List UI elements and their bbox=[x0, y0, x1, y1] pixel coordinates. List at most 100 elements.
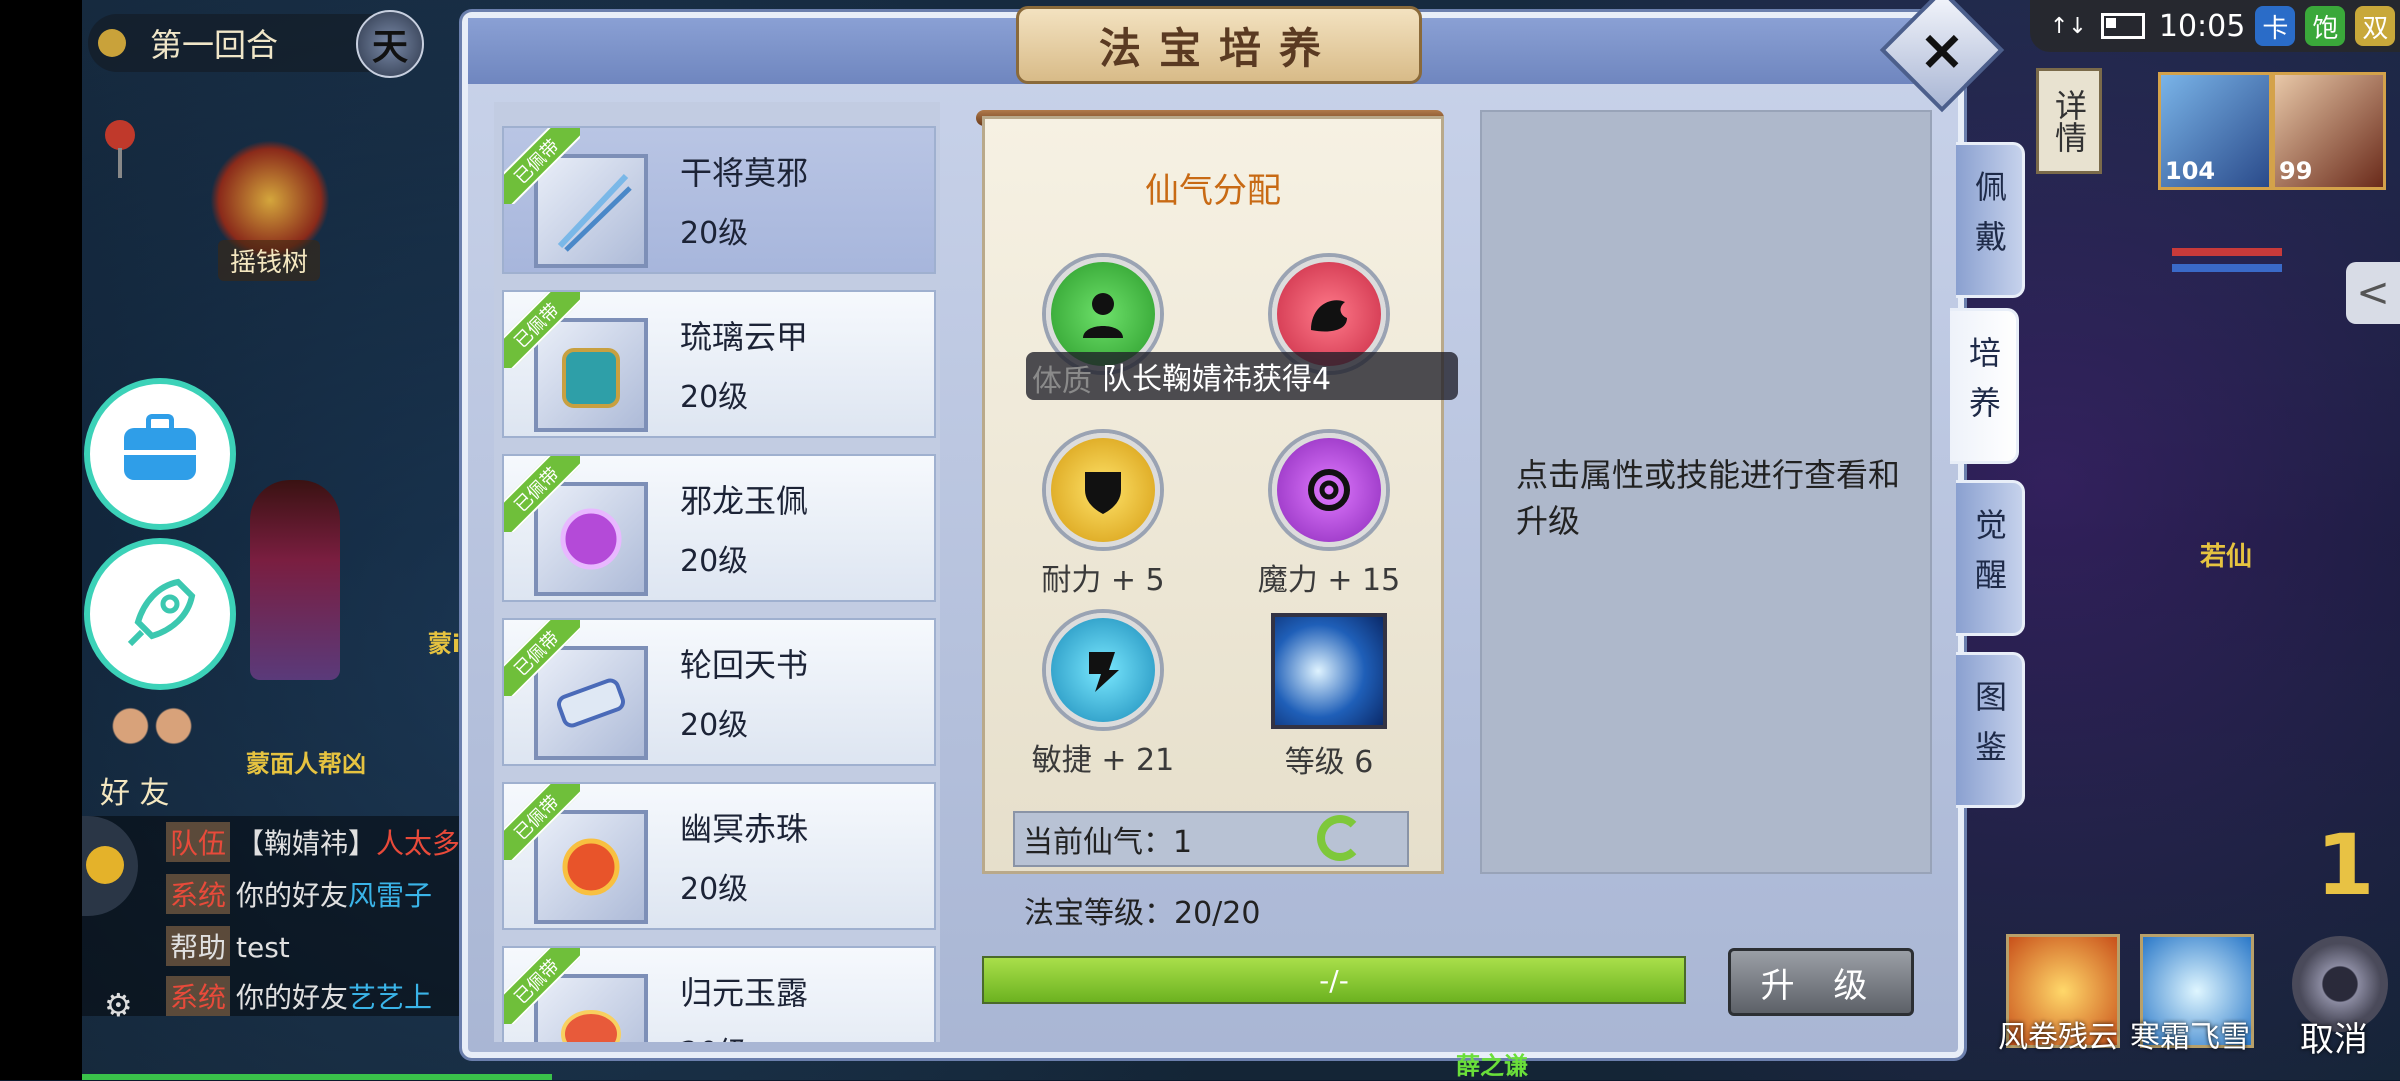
item-name: 归元玉露 bbox=[680, 974, 809, 1012]
player-character[interactable] bbox=[250, 480, 340, 680]
chat-line: 帮助 test bbox=[166, 926, 290, 966]
player-level: 99 bbox=[2279, 157, 2313, 185]
equipped-badge: 已佩带 bbox=[504, 128, 580, 204]
current-qi-text: 当前仙气：1 bbox=[1023, 825, 1193, 860]
close-icon: × bbox=[1918, 17, 1966, 83]
tab-collection[interactable]: 图鉴 bbox=[1956, 652, 2025, 808]
speed-icon bbox=[1046, 613, 1160, 727]
mp-bar bbox=[2172, 264, 2282, 272]
fabao-item[interactable]: 已佩带 琉璃云甲 20级 bbox=[502, 290, 936, 438]
qi-panel-title: 仙气分配 bbox=[1145, 171, 1281, 211]
pet-portrait[interactable]: 104 bbox=[2158, 72, 2272, 190]
equipped-badge: 已佩带 bbox=[504, 948, 580, 1024]
details-button[interactable]: 详情 bbox=[2036, 68, 2102, 174]
attr-magic[interactable]: 魔力 + 15 bbox=[1229, 433, 1429, 599]
friend-label[interactable]: 好 友 bbox=[100, 768, 170, 812]
toast-text: 队长鞠婧祎获得4 bbox=[1102, 362, 1332, 397]
equipped-badge: 已佩带 bbox=[504, 784, 580, 860]
chat-pet-icon[interactable] bbox=[82, 816, 138, 916]
fabao-item[interactable]: 已佩带 干将莫邪 20级 bbox=[502, 126, 936, 274]
money-tree-label[interactable]: 摇钱树 bbox=[218, 240, 321, 281]
attr-magic-label: 魔力 + 15 bbox=[1257, 563, 1401, 598]
briefcase-icon bbox=[124, 414, 196, 480]
item-name: 琉璃云甲 bbox=[680, 318, 809, 356]
qi-panel: 仙气分配 耐力 + 5 魔力 + 15 敏捷 + 21 等级 6 当前仙气：1 bbox=[982, 116, 1444, 874]
npc-name: 蒙面人帮凶 bbox=[246, 750, 366, 778]
item-name: 幽冥赤珠 bbox=[680, 810, 809, 848]
cancel-label[interactable]: 取消 bbox=[2300, 1012, 2368, 1061]
chat-line: 系统 你的好友艺艺上 bbox=[166, 976, 432, 1016]
round-text: 第一回合 bbox=[150, 26, 279, 64]
refresh-icon[interactable] bbox=[1317, 815, 1363, 861]
fabao-level: 法宝等级：20/20 bbox=[1024, 896, 1261, 931]
toast-message: 体质 队长鞠婧祎获得4 bbox=[1026, 352, 1458, 400]
shield-icon bbox=[1046, 433, 1160, 547]
chat-line: 系统 你的好友风雷子 bbox=[166, 874, 432, 914]
tab-cultivate[interactable]: 培养 bbox=[1950, 308, 2019, 464]
chat-box[interactable]: ⚙ 队伍 【鞠婧祎】人太多 系统 你的好友风雷子 帮助 test 系统 你的好友艺艺上 bbox=[82, 816, 482, 1024]
coin-icon bbox=[98, 29, 126, 57]
item-level: 20级 bbox=[680, 708, 749, 743]
info-text: 点击属性或技能进行查看和升级 bbox=[1516, 456, 1901, 540]
fabao-skill[interactable]: 等级 6 bbox=[1229, 613, 1429, 781]
tab-awaken[interactable]: 觉醒 bbox=[1956, 480, 2025, 636]
pin-icon[interactable] bbox=[105, 120, 135, 180]
item-level: 20级 bbox=[680, 216, 749, 251]
chat-line: 队伍 【鞠婧祎】人太多 bbox=[166, 822, 460, 862]
tab-wear[interactable]: 佩戴 bbox=[1956, 142, 2025, 298]
double-icon[interactable]: 双 bbox=[2355, 6, 2396, 46]
dialog-title: 法宝培养 bbox=[1016, 6, 1422, 84]
item-level: 20级 bbox=[680, 1028, 748, 1042]
exp-bar bbox=[82, 1074, 552, 1080]
swirl-icon bbox=[1272, 433, 1386, 547]
friend-avatar-icon[interactable] bbox=[98, 690, 206, 762]
item-name: 邪龙玉佩 bbox=[680, 482, 809, 520]
signal-icon: ↑↓ bbox=[2050, 13, 2087, 39]
skill-label-frost: 寒霜飞雪 bbox=[2130, 1020, 2250, 1055]
progress-text: -/- bbox=[1319, 963, 1349, 997]
rocket-icon bbox=[127, 578, 196, 647]
equipped-badge: 已佩带 bbox=[504, 292, 580, 368]
progress-bar: -/- bbox=[982, 956, 1686, 1004]
fabao-item[interactable]: 已佩带 邪龙玉佩 20级 bbox=[502, 454, 936, 602]
hp-bar bbox=[2172, 248, 2282, 256]
card-icon[interactable]: 卡 bbox=[2255, 6, 2296, 46]
toast-under-label: 体质 bbox=[1032, 364, 1092, 399]
fabao-item[interactable]: 已佩带 幽冥赤珠 20级 bbox=[502, 782, 936, 930]
equipped-badge: 已佩带 bbox=[504, 620, 580, 696]
npc-name-partial: 蒙i bbox=[428, 630, 461, 658]
collapse-arrow-icon[interactable]: < bbox=[2346, 262, 2400, 324]
ally-name: 若仙 bbox=[2200, 542, 2253, 572]
item-name: 轮回天书 bbox=[680, 646, 809, 684]
upgrade-button[interactable]: 升 级 bbox=[1728, 948, 1914, 1016]
skill-icon bbox=[1271, 613, 1387, 729]
attr-endurance[interactable]: 耐力 + 5 bbox=[1003, 433, 1203, 599]
info-panel: 点击属性或技能进行查看和升级 bbox=[1480, 110, 1932, 874]
gear-icon[interactable]: ⚙ bbox=[104, 986, 133, 1024]
item-level: 20级 bbox=[680, 380, 749, 415]
full-icon[interactable]: 饱 bbox=[2305, 6, 2346, 46]
equipped-badge: 已佩带 bbox=[504, 456, 580, 532]
rocket-button[interactable] bbox=[84, 538, 236, 690]
attr-agility-label: 敏捷 + 21 bbox=[1031, 743, 1175, 778]
left-black-bar bbox=[0, 0, 82, 1080]
player-portrait[interactable]: 99 bbox=[2272, 72, 2386, 190]
fabao-list[interactable]: 已佩带 干将莫邪 20级 已佩带 琉璃云甲 20级 已佩带 邪龙玉佩 20级 已… bbox=[494, 102, 940, 1042]
fabao-item[interactable]: 已佩带 轮回天书 20级 bbox=[502, 618, 936, 766]
attr-endurance-label: 耐力 + 5 bbox=[1041, 563, 1165, 598]
attr-agility[interactable]: 敏捷 + 21 bbox=[1003, 613, 1203, 779]
current-qi-bar: 当前仙气：1 bbox=[1013, 811, 1409, 867]
fabao-dialog: 法宝培养 × 已佩带 干将莫邪 20级 已佩带 琉璃云甲 20级 已佩带 邪龙玉… bbox=[462, 0, 2005, 1058]
item-name: 干将莫邪 bbox=[680, 154, 809, 192]
item-level: 20级 bbox=[680, 872, 749, 907]
tian-badge[interactable]: 天 bbox=[356, 10, 424, 78]
round-indicator: 第一回合 天 bbox=[88, 10, 424, 78]
bag-button[interactable] bbox=[84, 378, 236, 530]
turn-counter: 1 bbox=[2316, 816, 2375, 914]
fabao-item[interactable]: 已佩带 归元玉露 20级 bbox=[502, 946, 936, 1042]
skill-label-wind: 风卷残云 bbox=[1998, 1020, 2118, 1055]
status-bar: ↑↓ 10:05 卡 饱 双 bbox=[2030, 0, 2400, 52]
pet-level: 104 bbox=[2165, 157, 2216, 185]
item-level: 20级 bbox=[680, 544, 749, 579]
ally-name-bottom: 薛之谦 bbox=[1456, 1052, 1528, 1080]
